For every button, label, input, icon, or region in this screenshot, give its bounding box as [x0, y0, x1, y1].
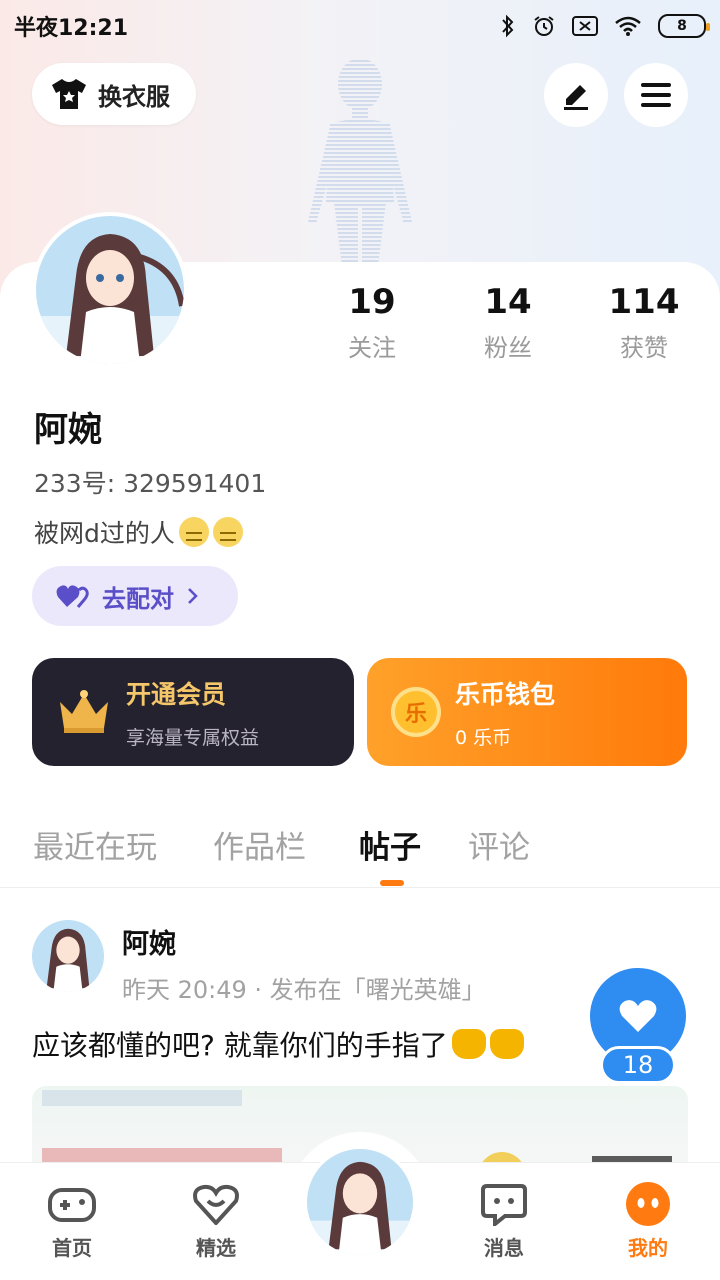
wallet-card-title: 乐币钱包	[455, 679, 556, 709]
anime-girl-avatar-image	[36, 216, 184, 364]
wallet-card-text: 乐币钱包 0 乐币	[455, 675, 555, 750]
fist-emoji-icon	[451, 1029, 486, 1059]
coin-icon: 乐	[391, 687, 441, 737]
stat-following-label: 关注	[348, 334, 396, 362]
anime-girl-avatar-image	[32, 920, 104, 992]
heart-chat-icon	[192, 1180, 240, 1228]
coin-glyph: 乐	[404, 702, 427, 727]
stat-likes[interactable]: 114 获赞	[574, 282, 714, 363]
tshirt-icon	[52, 79, 86, 109]
battery-indicator: 8	[658, 14, 710, 38]
stat-followers-label: 粉丝	[484, 334, 532, 362]
nav-messages-label: 消息	[484, 1236, 524, 1260]
active-tab-indicator	[380, 880, 404, 886]
change-outfit-button[interactable]: 换衣服	[32, 63, 196, 125]
post-text[interactable]: 应该都懂的吧? 就靠你们的手指了	[32, 1024, 524, 1064]
post-author-avatar[interactable]	[32, 920, 104, 992]
post-author-name[interactable]: 阿婉	[122, 922, 176, 961]
face-icon	[624, 1180, 672, 1228]
stat-likes-label: 获赞	[620, 334, 668, 362]
match-button-label: 去配对	[102, 584, 174, 613]
nav-me[interactable]: 我的	[598, 1180, 698, 1261]
status-icons: 8	[500, 14, 710, 38]
wifi-icon	[615, 16, 641, 36]
stat-followers-value: 14	[484, 282, 532, 322]
post-meta: 昨天 20:49 · 发布在「曙光英雄」	[122, 976, 486, 1004]
nav-center-avatar[interactable]	[304, 1146, 416, 1258]
zipper-mouth-emoji-icon	[212, 517, 243, 547]
pencil-icon	[564, 85, 588, 110]
edit-profile-button[interactable]	[544, 63, 608, 127]
nav-featured-label: 精选	[196, 1236, 236, 1260]
vip-card-title: 开通会员	[126, 679, 227, 709]
bluetooth-icon	[502, 14, 514, 38]
nav-messages[interactable]: 消息	[454, 1180, 554, 1261]
stat-followers[interactable]: 14 粉丝	[438, 282, 578, 363]
crown-icon	[60, 690, 108, 733]
tab-posts[interactable]: 帖子	[359, 822, 421, 867]
hamburger-menu-icon	[641, 83, 671, 107]
zipper-mouth-emoji-icon	[178, 517, 209, 547]
stat-following-value: 19	[348, 282, 396, 322]
stat-likes-value: 114	[608, 282, 680, 322]
vip-card-text: 开通会员 享海量专属权益	[126, 675, 259, 750]
tab-comments[interactable]: 评论	[468, 822, 530, 867]
chevron-right-icon	[188, 588, 198, 604]
profile-tabs: 最近在玩 作品栏 帖子 评论	[0, 818, 720, 888]
nav-me-label: 我的	[628, 1236, 668, 1260]
nav-home[interactable]: 首页	[22, 1180, 122, 1261]
battery-level: 8	[677, 18, 687, 34]
anime-girl-avatar-image	[307, 1149, 413, 1255]
heart-icon	[619, 1000, 657, 1032]
nav-home-label: 首页	[52, 1236, 92, 1260]
avatar-3d-figure	[308, 58, 412, 282]
match-button[interactable]: 去配对	[32, 566, 238, 626]
sim-off-icon	[572, 16, 598, 36]
gamepad-icon	[48, 1180, 96, 1228]
tab-works[interactable]: 作品栏	[213, 822, 306, 867]
profile-bio: 被网d过的人	[34, 514, 243, 550]
fist-emoji-icon	[489, 1029, 524, 1059]
nav-featured[interactable]: 精选	[166, 1180, 266, 1261]
profile-uid[interactable]: 233号: 329591401	[34, 464, 266, 500]
like-count-badge: 18	[600, 1046, 676, 1084]
wallet-card-balance: 0 乐币	[455, 726, 512, 749]
profile-avatar[interactable]	[32, 212, 188, 368]
profile-bio-text: 被网d过的人	[34, 519, 175, 548]
post-text-content: 应该都懂的吧? 就靠你们的手指了	[32, 1029, 448, 1062]
status-time: 半夜12:21	[14, 16, 129, 41]
tab-recently-played[interactable]: 最近在玩	[33, 822, 157, 867]
message-icon	[480, 1180, 528, 1228]
menu-button[interactable]	[624, 63, 688, 127]
vip-membership-card[interactable]: 开通会员 享海量专属权益	[32, 658, 354, 766]
change-outfit-label: 换衣服	[98, 82, 170, 111]
vip-card-subtitle: 享海量专属权益	[126, 726, 260, 749]
alarm-icon	[534, 16, 554, 36]
stat-following[interactable]: 19 关注	[302, 282, 442, 363]
profile-name: 阿婉	[34, 410, 102, 450]
hearts-icon	[56, 585, 89, 608]
coin-wallet-card[interactable]: 乐 乐币钱包 0 乐币	[367, 658, 687, 766]
status-bar: 半夜12:21 8	[0, 0, 720, 52]
